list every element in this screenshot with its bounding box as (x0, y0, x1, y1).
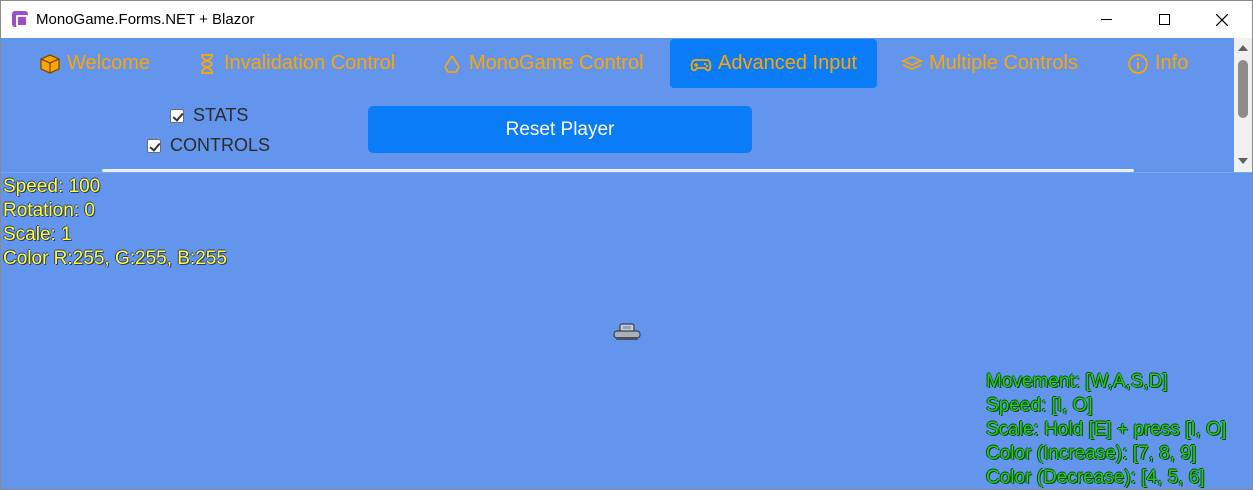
stat-rotation: Rotation: 0 (3, 200, 95, 221)
layers-icon (901, 55, 923, 70)
maximize-button[interactable] (1135, 1, 1193, 38)
minimize-button[interactable] (1077, 1, 1135, 38)
tab-invalidation-control[interactable]: Invalidation Control (196, 39, 395, 88)
app-window: MonoGame.Forms.NET + Blazor Welcome Inva… (0, 0, 1253, 490)
stats-overlay: Speed: 100 Rotation: 0 Scale: 1 Color R:… (3, 175, 227, 271)
tab-multiple-label: Multiple Controls (929, 52, 1078, 74)
tab-info[interactable]: Info (1127, 39, 1188, 88)
tab-welcome[interactable]: Welcome (39, 39, 150, 88)
player-sprite (613, 323, 641, 340)
box-icon (40, 53, 60, 74)
title-bar[interactable]: MonoGame.Forms.NET + Blazor (1, 1, 1252, 38)
scroll-down-arrow-icon[interactable] (1238, 158, 1248, 164)
stats-checkbox[interactable] (170, 108, 184, 123)
tab-monogame-label: MonoGame Control (469, 52, 644, 74)
minimize-icon (1100, 19, 1112, 20)
close-icon (1216, 13, 1228, 26)
scroll-up-arrow-icon[interactable] (1238, 45, 1248, 51)
tab-info-label: Info (1155, 52, 1189, 74)
game-canvas[interactable]: Speed: 100 Rotation: 0 Scale: 1 Color R:… (1, 172, 1252, 489)
stat-color: Color R:255, G:255, B:255 (3, 248, 227, 269)
tab-welcome-label: Welcome (67, 52, 150, 74)
tab-multiple-controls[interactable]: Multiple Controls (901, 39, 1078, 88)
control-movement: Movement: [W,A,S,D] (986, 371, 1168, 392)
info-icon (1128, 53, 1148, 74)
controls-checkbox[interactable] (147, 138, 161, 153)
stat-scale: Scale: 1 (3, 224, 72, 245)
control-color-decrease: Color (Decrease): [4, 5, 6] (986, 467, 1205, 488)
control-color-increase: Color (Increase): [7, 8, 9] (986, 443, 1197, 464)
window-title: MonoGame.Forms.NET + Blazor (36, 11, 255, 28)
scroll-thumb[interactable] (1238, 60, 1248, 118)
close-button[interactable] (1193, 1, 1251, 38)
maximize-icon (1158, 14, 1170, 25)
blazor-webview: Welcome Invalidation Control MonoGame Co… (1, 38, 1234, 172)
vertical-scrollbar[interactable] (1234, 38, 1252, 172)
controls-toggle[interactable]: CONTROLS (147, 135, 270, 156)
stat-speed: Speed: 100 (3, 176, 101, 197)
tab-monogame-control[interactable]: MonoGame Control (441, 39, 644, 88)
stats-toggle[interactable]: STATS (170, 105, 248, 126)
recycle-icon (444, 55, 460, 73)
control-scale: Scale: Hold [E] + press [I, O] (986, 419, 1227, 440)
reset-player-button[interactable]: Reset Player (368, 106, 752, 153)
hourglass-icon (201, 53, 213, 74)
controls-label: CONTROLS (170, 135, 271, 155)
app-logo-icon (12, 11, 28, 27)
tab-advanced-label: Advanced Input (718, 52, 857, 74)
stats-label: STATS (193, 105, 249, 125)
gamepad-icon (690, 58, 712, 71)
controls-overlay: Movement: [W,A,S,D] Speed: [I, O] Scale:… (986, 370, 1227, 489)
tab-advanced-input[interactable]: Advanced Input (670, 39, 877, 88)
control-speed: Speed: [I, O] (986, 395, 1093, 416)
tab-invalidation-label: Invalidation Control (224, 52, 396, 74)
